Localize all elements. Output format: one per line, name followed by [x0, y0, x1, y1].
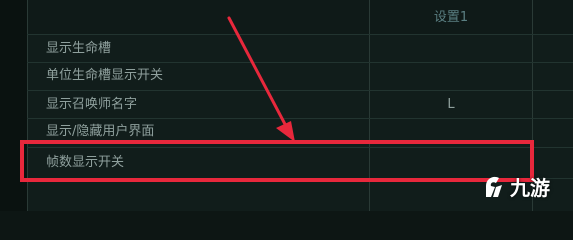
jiuyou-logo-icon [486, 176, 502, 197]
watermark-text: 九游 [510, 175, 550, 200]
watermark-logo: 九游 [482, 168, 568, 204]
